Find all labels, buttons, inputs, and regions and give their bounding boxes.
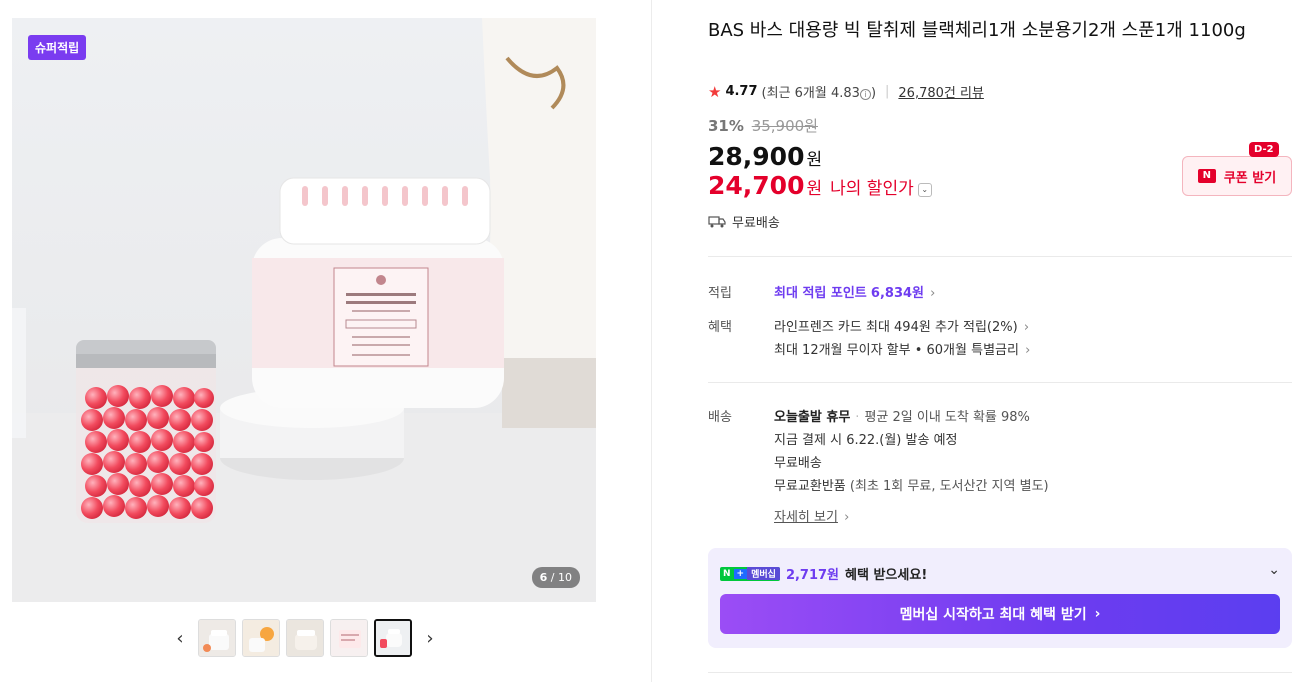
membership-badge-text: 멤버십 xyxy=(747,567,780,580)
chevron-right-icon: › xyxy=(1023,320,1030,335)
membership-start-button[interactable]: 멤버십 시작하고 최대 혜택 받기 › xyxy=(720,594,1280,634)
naver-n-icon: N xyxy=(1197,169,1216,183)
product-photo xyxy=(12,18,596,602)
delivery-schedule: 지금 결제 시 6.22.(월) 발송 예정 xyxy=(774,433,958,448)
chevron-right-icon: › xyxy=(1094,606,1101,622)
product-title: BAS 바스 대용량 빅 탈취제 블랙체리1개 소분용기2개 스푼1개 1100… xyxy=(708,20,1246,41)
delivery-free: 무료배송 xyxy=(774,456,822,471)
benefit-card-link[interactable]: 라인프렌즈 카드 최대 494원 추가 적립(2%) › xyxy=(774,316,1029,335)
membership-amount: 2,717원 xyxy=(785,568,840,583)
divider xyxy=(708,382,1292,383)
coupon-label: 쿠폰 받기 xyxy=(1223,170,1277,186)
chevron-right-icon[interactable]: › xyxy=(418,618,442,658)
thumbnail-3[interactable] xyxy=(286,619,324,657)
membership-text: 혜택 받으세요! xyxy=(845,568,928,583)
shipping-row: 무료배송 xyxy=(708,212,780,231)
chevron-right-icon: › xyxy=(1025,343,1031,358)
image-counter-total: / 10 xyxy=(550,571,572,584)
thumbnail-4[interactable] xyxy=(330,619,368,657)
discount-row: 31% 35,900원 xyxy=(708,115,818,136)
sale-price: 28,900 xyxy=(708,142,805,171)
membership-button-label: 멤버십 시작하고 최대 혜택 받기 xyxy=(899,607,1087,623)
delivery-more-text: 자세히 보기 xyxy=(774,510,838,525)
divider xyxy=(708,672,1292,673)
thumbnail-5-active[interactable] xyxy=(374,619,412,657)
super-points-badge: 슈퍼적립 xyxy=(28,35,87,60)
separator-dot: · xyxy=(855,410,860,425)
my-price-unit: 원 xyxy=(806,179,823,199)
my-price-label: 나의 할인가 xyxy=(830,179,914,199)
points-label: 적립 xyxy=(708,286,732,301)
delivery-exchange-sub: (최초 1회 무료, 도서산간 지역 별도) xyxy=(849,479,1049,494)
rating-recent-text: (최근 6개월 4.83 xyxy=(761,86,860,101)
review-count-link[interactable]: 26,780건 리뷰 xyxy=(898,82,984,101)
chevron-down-icon[interactable]: ⌄ xyxy=(917,183,932,197)
star-icon: ★ xyxy=(708,82,722,101)
info-icon[interactable]: i xyxy=(859,89,871,100)
truck-icon xyxy=(708,215,726,227)
points-text: 최대 적립 포인트 xyxy=(774,286,867,301)
price-unit: 원 xyxy=(806,150,823,170)
rating-score: 4.77 xyxy=(725,84,758,99)
divider xyxy=(708,256,1292,257)
benefit-card-text: 라인프렌즈 카드 최대 494원 추가 적립(2%) xyxy=(774,320,1018,335)
my-price: 24,700 xyxy=(708,171,805,200)
delivery-today-title: 오늘출발 휴무 xyxy=(774,410,851,425)
rating-divider: | xyxy=(885,84,890,99)
delivery-more-link[interactable]: 자세히 보기 › xyxy=(774,506,849,525)
benefit-installment-link[interactable]: 최대 12개월 무이자 할부 • 60개월 특별금리 › xyxy=(774,339,1030,358)
product-gallery: 슈퍼적립 6 / 10 ‹ › xyxy=(0,0,652,682)
plus-icon: + xyxy=(733,568,748,579)
delivery-today: 오늘출발 휴무 · 평균 2일 이내 도착 확률 98% xyxy=(774,406,1030,425)
membership-box: N + 멤버십 2,717원 혜택 받으세요! ⌄ 멤버십 시작하고 최대 혜택… xyxy=(708,548,1292,648)
coupon-dday-badge: D-2 xyxy=(1249,142,1279,157)
shipping-text: 무료배송 xyxy=(732,216,780,231)
delivery-label: 배송 xyxy=(708,410,732,425)
rating-recent: (최근 6개월 4.83 i) xyxy=(762,82,876,101)
delivery-exchange-title: 무료교환반품 xyxy=(774,479,846,494)
price-row: 28,900 원 xyxy=(708,142,822,171)
coupon-button[interactable]: N 쿠폰 받기 xyxy=(1182,156,1292,196)
thumbnail-2[interactable] xyxy=(242,619,280,657)
image-counter: 6 / 10 xyxy=(531,567,580,588)
chevron-right-icon: › xyxy=(930,286,936,301)
naver-n-icon: N xyxy=(720,568,734,579)
membership-summary: N + 멤버십 2,717원 혜택 받으세요! xyxy=(720,564,927,583)
thumbnail-strip: ‹ › xyxy=(168,618,442,658)
discount-rate: 31% xyxy=(708,117,744,135)
chevron-left-icon[interactable]: ‹ xyxy=(168,618,192,658)
points-link[interactable]: 최대 적립 포인트 6,834원 › xyxy=(774,282,935,301)
points-amount: 6,834원 xyxy=(870,286,925,301)
rating-row: ★ 4.77 (최근 6개월 4.83 i) | 26,780건 리뷰 xyxy=(708,82,984,102)
benefits-label: 혜택 xyxy=(708,320,732,335)
image-counter-current: 6 xyxy=(539,571,548,584)
thumbnail-1[interactable] xyxy=(198,619,236,657)
my-price-row[interactable]: 24,700 원 나의 할인가 ⌄ xyxy=(708,171,932,200)
naver-plus-membership-badge: N + 멤버십 xyxy=(720,566,780,581)
main-product-image[interactable]: 슈퍼적립 6 / 10 xyxy=(12,18,596,602)
delivery-exchange: 무료교환반품 (최초 1회 무료, 도서산간 지역 별도) xyxy=(774,475,1049,494)
product-detail-page: 슈퍼적립 6 / 10 ‹ › BAS 바스 대용량 빅 탈취제 블랙체리1개 … xyxy=(0,0,1316,682)
original-price: 35,900원 xyxy=(751,117,818,135)
benefit-installment-text: 최대 12개월 무이자 할부 • 60개월 특별금리 xyxy=(774,343,1019,358)
delivery-today-sub: 평균 2일 이내 도착 확률 98% xyxy=(864,410,1030,425)
chevron-down-icon[interactable]: ⌄ xyxy=(1268,562,1280,578)
chevron-right-icon: › xyxy=(844,510,850,525)
rating-recent-close: ) xyxy=(870,86,877,101)
